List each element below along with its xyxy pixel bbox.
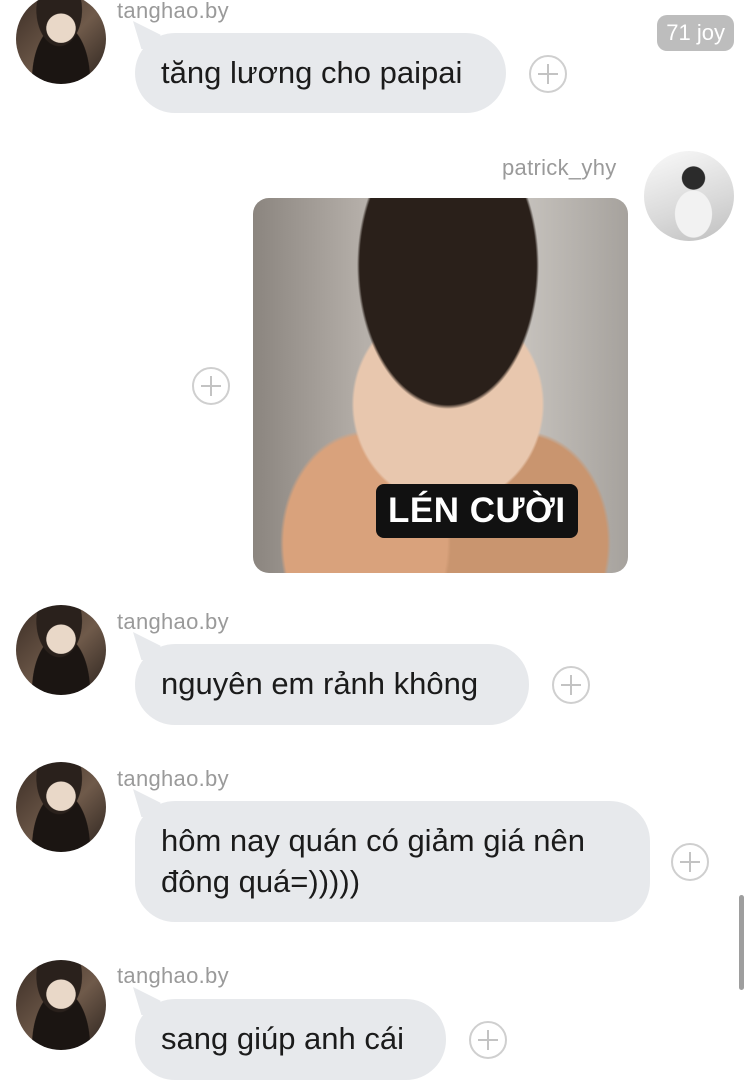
- image-caption-text: LÉN CƯỜI: [376, 484, 578, 538]
- add-reaction-icon[interactable]: [469, 1021, 507, 1059]
- add-reaction-icon[interactable]: [671, 843, 709, 881]
- message-username: tanghao.by: [117, 766, 229, 791]
- add-reaction-icon[interactable]: [529, 55, 567, 93]
- avatar[interactable]: [16, 762, 106, 852]
- shared-image[interactable]: LÉN CƯỜI: [253, 198, 628, 573]
- message-username: tanghao.by: [117, 609, 229, 634]
- message-bubble[interactable]: sang giúp anh cái: [135, 999, 446, 1080]
- message-username: tanghao.by: [117, 963, 229, 988]
- reaction-count-badge: 71 joy: [657, 15, 734, 51]
- avatar[interactable]: [16, 605, 106, 695]
- avatar[interactable]: [16, 0, 106, 84]
- message-username: tanghao.by: [117, 0, 229, 23]
- add-reaction-icon[interactable]: [552, 666, 590, 704]
- message-bubble[interactable]: nguyên em rảnh không: [135, 644, 529, 725]
- add-reaction-icon[interactable]: [192, 367, 230, 405]
- message-bubble[interactable]: hôm nay quán có giảm giá nên đông quá=))…: [135, 801, 650, 922]
- avatar[interactable]: [644, 151, 734, 241]
- message-bubble[interactable]: tăng lương cho paipai: [135, 33, 506, 113]
- avatar[interactable]: [16, 960, 106, 1050]
- message-username: patrick_yhy: [502, 155, 617, 180]
- scrollbar[interactable]: [739, 895, 744, 990]
